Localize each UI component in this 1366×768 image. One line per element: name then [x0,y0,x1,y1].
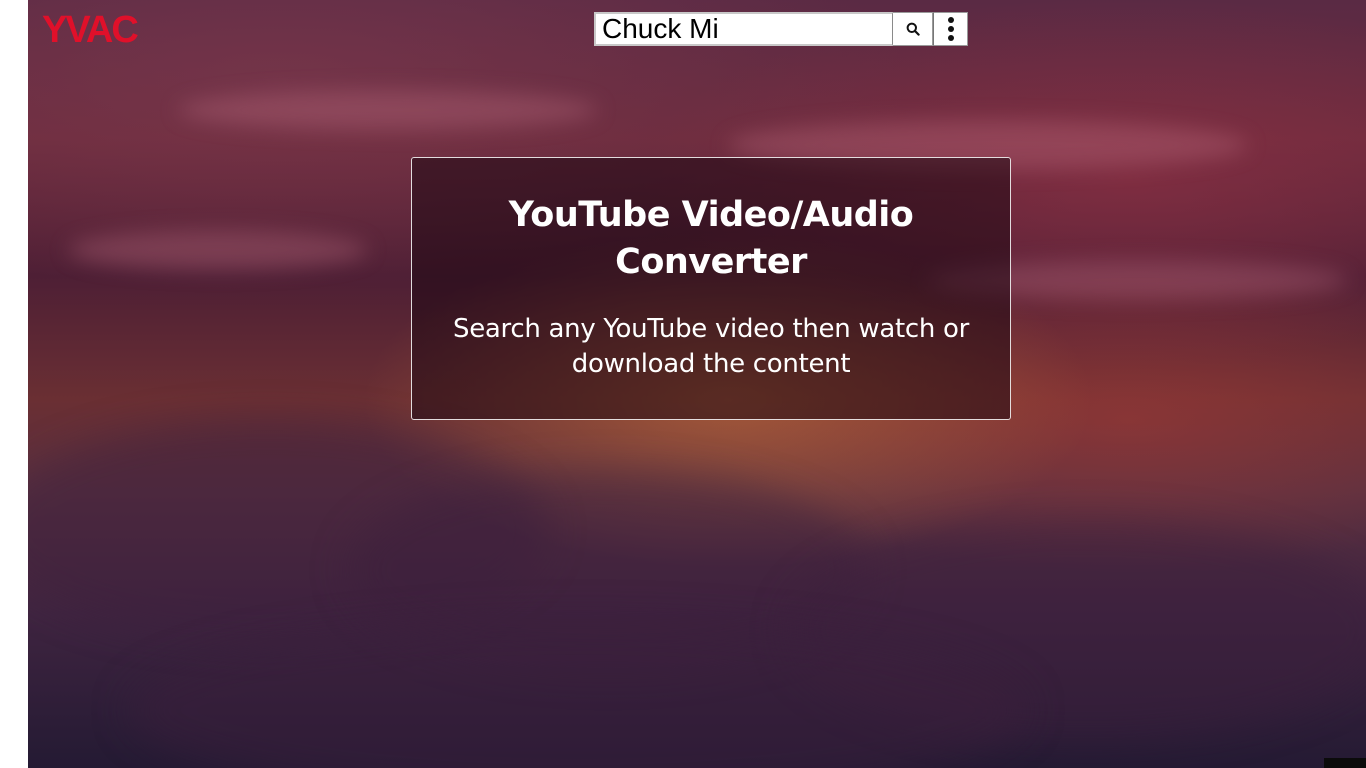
search-icon [906,22,920,36]
corner-block [1324,758,1366,768]
card-subtitle: Search any YouTube video then watch or d… [453,314,969,379]
card-title: YouTube Video/Audio Converter [508,195,914,282]
intro-card: YouTube Video/Audio Converter Search any… [411,157,1011,420]
more-options-button[interactable] [933,12,968,46]
page: YVAC YouTube Video/Audio Converter Searc… [0,0,1366,768]
logo[interactable]: YVAC [42,8,139,52]
vertical-dots-icon [947,17,954,41]
search-input[interactable] [594,12,893,46]
cloud-streak [178,90,598,130]
cloud-streak [68,230,368,270]
search-button[interactable] [893,12,933,46]
search-bar [594,12,968,46]
